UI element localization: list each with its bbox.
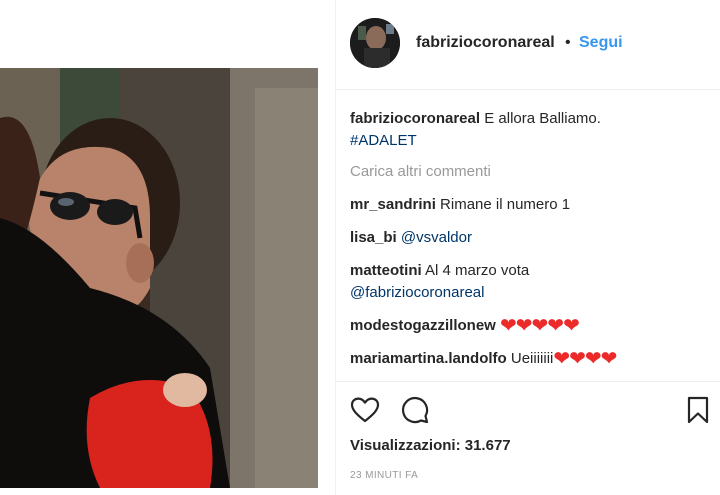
- caption: fabriziocoronareal E allora Balliamo. #A…: [350, 108, 715, 152]
- post-photo[interactable]: [0, 68, 318, 488]
- follow-button[interactable]: Segui: [579, 34, 623, 52]
- load-more-comments-button[interactable]: Carica altri commenti: [350, 161, 715, 183]
- header-username[interactable]: fabriziocoronareal: [416, 34, 555, 52]
- post-header: fabriziocoronareal • Segui: [336, 0, 720, 90]
- speech-bubble-icon[interactable]: [400, 395, 430, 425]
- comment-item: mr_sandrini Rimane il numero 1: [350, 194, 715, 216]
- comment-item: mariamartina.landolfo Ueiiiiiii❤❤❤❤: [350, 348, 715, 370]
- views-count: Visualizzazioni: 31.677: [350, 437, 511, 454]
- comments-section: fabriziocoronareal E allora Balliamo. #A…: [350, 108, 715, 381]
- comment-text: Al 4 marzo vota: [425, 262, 530, 279]
- action-bar: [350, 395, 710, 425]
- comment-mention[interactable]: @vsvaldor: [401, 229, 472, 246]
- caption-text: E allora Balliamo.: [484, 110, 601, 127]
- post-side-panel: fabriziocoronareal • Segui fabriziocoron…: [335, 0, 720, 495]
- comment-mention[interactable]: @fabriziocoronareal: [350, 284, 484, 301]
- actions-divider: [336, 381, 720, 382]
- heart-emojis: ❤❤❤❤❤: [500, 315, 580, 337]
- comment-username[interactable]: mr_sandrini: [350, 196, 436, 213]
- avatar[interactable]: [350, 18, 400, 68]
- comment-username[interactable]: mariamartina.landolfo: [350, 350, 507, 367]
- comment-text: Rimane il numero 1: [440, 196, 571, 213]
- comment-text: Ueiiiiiii: [510, 350, 554, 367]
- separator-dot: •: [565, 34, 571, 51]
- caption-hashtag[interactable]: #ADALET: [350, 132, 417, 149]
- bookmark-icon[interactable]: [683, 395, 713, 425]
- comment-item: lisa_bi @vsvaldor: [350, 227, 715, 249]
- heart-emojis: ❤❤❤❤: [553, 348, 617, 370]
- photo-pane: [0, 0, 320, 495]
- comment-username[interactable]: matteotini: [350, 262, 422, 279]
- comment-username[interactable]: modestogazzillonew: [350, 317, 496, 334]
- avatar-image: [350, 18, 400, 68]
- comment-username[interactable]: lisa_bi: [350, 229, 397, 246]
- heart-outline-icon[interactable]: [350, 395, 380, 425]
- comment-item: matteotini Al 4 marzo vota @fabriziocoro…: [350, 260, 715, 304]
- comment-item: modestogazzillonew ❤❤❤❤❤: [350, 315, 715, 337]
- post-timestamp[interactable]: 23 MINUTI FA: [350, 470, 418, 481]
- caption-username[interactable]: fabriziocoronareal: [350, 110, 480, 127]
- post-photo-illustration: [0, 68, 318, 488]
